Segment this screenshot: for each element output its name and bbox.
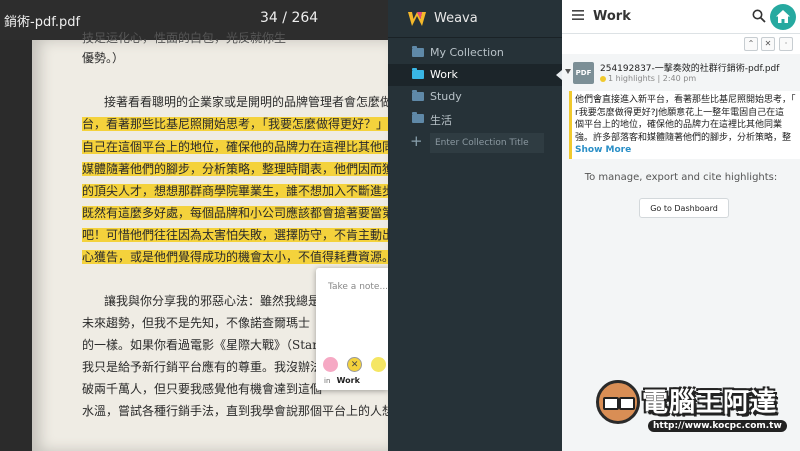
document-meta-text: 1 highlights | 2:40 pm <box>608 74 697 83</box>
folder-icon <box>412 90 424 101</box>
pdf-file-title: 銷術-pdf.pdf <box>4 15 81 30</box>
home-icon <box>776 10 790 23</box>
highlight-text-line: r我要怎麼做得更好?J他願意花上一整年電固自己在這 <box>575 107 785 118</box>
watermark-url: http://www.kocpc.com.tw <box>648 420 787 432</box>
home-button[interactable] <box>770 4 796 30</box>
note-in-label: in <box>324 377 331 385</box>
total-pages: 264 <box>291 10 319 26</box>
pdf-highlighted-line[interactable]: 自己在這個平台上的地位，確保他的品牌力在這裡比其他同 <box>82 140 388 154</box>
panel-toolbar: ⌃ ✕ · <box>562 34 800 54</box>
caret-down-icon[interactable] <box>565 69 571 74</box>
pdf-line: 水溫，嘗試各種行銷手法，直到我學會說那個平台上的人想聽 <box>82 404 388 418</box>
pdf-line: 破兩千萬人，但只要我感覺他有機會達到這個 <box>82 382 323 396</box>
pdf-highlighted-line[interactable]: 既然有這麼多好處，每個品牌和小公司應該都會搶著要當第一 <box>82 206 388 220</box>
collection-my-collection[interactable]: My Collection <box>388 42 562 64</box>
collapse-up-button[interactable]: ⌃ <box>744 37 758 51</box>
pdf-line: 接著看看聰明的企業家或是開明的品牌管理者會怎麼做： <box>104 95 388 109</box>
collection-title-input[interactable] <box>430 133 544 153</box>
color-swatch-yellow-selected[interactable]: ✕ <box>347 357 363 372</box>
manage-hint: To manage, export and cite highlights: <box>584 172 778 183</box>
hamburger-menu-icon[interactable] <box>572 9 584 21</box>
collection-label: Study <box>430 90 462 103</box>
current-page[interactable]: 34 <box>260 10 278 26</box>
mascot-logo-icon <box>596 380 640 424</box>
weava-header: Weava <box>388 0 562 38</box>
note-collection-line: in Work <box>324 376 360 385</box>
note-collection-selector[interactable]: Work <box>337 376 360 385</box>
folder-icon <box>412 68 424 79</box>
document-name[interactable]: 254192837-一擊奏效的社群行銷術-pdf.pdf <box>600 61 779 74</box>
note-input-placeholder[interactable]: Take a note... <box>328 282 388 292</box>
pdf-highlighted-line[interactable]: 吧！可惜他們往往因為太害怕失敗，選擇防守，不肯主動出擊 <box>82 228 388 242</box>
more-icon[interactable]: · <box>779 37 793 51</box>
document-row[interactable]: PDF 254192837-一擊奏效的社群行銷術-pdf.pdf 1 highl… <box>562 58 800 88</box>
panel-title: Work <box>593 9 631 24</box>
pdf-file-icon: PDF <box>573 62 594 84</box>
highlight-color-picker: ✕ <box>323 354 388 372</box>
pdf-line: 技足运化心，性面的白包，光反就你生 <box>82 31 287 45</box>
collection-label: 生活 <box>430 114 452 127</box>
pdf-line: 我只是給予新行銷平台應有的尊重。我沒辦法 <box>82 360 323 374</box>
watermark-title: 電腦王阿達 <box>642 388 778 418</box>
search-icon[interactable] <box>752 9 766 23</box>
highlight-text-line: 個平台上的地位，確保他的品牌力在這裡比其他同業 <box>575 120 783 130</box>
highlight-text-line: 他們會直接進入新平台，看著那些比基尼照開始思考，「 <box>575 95 796 105</box>
page-indicator[interactable]: 34 / 264 <box>260 10 318 26</box>
app-name: Weava <box>434 11 478 26</box>
plus-icon[interactable]: + <box>410 132 423 150</box>
collection-label: My Collection <box>430 46 504 59</box>
pdf-highlighted-line[interactable]: 台，看著那些比基尼照開始思考，「我要怎麼做得更好？」他 <box>82 117 388 131</box>
close-all-button[interactable]: ✕ <box>761 37 775 51</box>
note-popup: Take a note... ✕ in Work <box>316 268 388 390</box>
highlight-card[interactable]: 他們會直接進入新平台，看著那些比基尼照開始思考，「 r我要怎麼做得更好?J他願意… <box>569 91 800 159</box>
go-to-dashboard-button[interactable]: Go to Dashboard <box>639 198 729 218</box>
add-collection-row: + <box>388 130 562 154</box>
collection-study[interactable]: Study <box>388 86 562 108</box>
weava-sidebar: Weava My Collection Work Study 生活 + <box>388 0 562 451</box>
highlight-text-line: 強。許多部落客和媒體隨著他們的腳步，分析策略，整 <box>575 132 792 143</box>
pdf-line: 讓我與你分享我的邪惡心法：雖然我總是在 <box>104 294 333 308</box>
page-separator: / <box>282 10 287 26</box>
weava-w-logo-icon <box>408 12 426 26</box>
document-meta: 1 highlights | 2:40 pm <box>600 74 696 83</box>
folder-icon <box>412 46 424 57</box>
close-icon: ✕ <box>350 359 359 370</box>
collection-life[interactable]: 生活 <box>388 108 562 130</box>
collection-work[interactable]: Work <box>388 64 562 86</box>
show-more-link[interactable]: Show More <box>575 145 631 155</box>
pdf-viewer: 銷術-pdf.pdf 34 / 264 技足运化心，性面的白包，光反就你生 優勢… <box>0 0 388 451</box>
pdf-highlighted-line[interactable]: 的頂尖人才，想想那群商學院畢業生，誰不想加入不斷進步的 <box>82 184 388 198</box>
pdf-line: 優勢。） <box>82 51 125 65</box>
pdf-highlighted-line[interactable]: 心獲告，或是他們覺得成功的機會太小，不值得耗費資源。 <box>82 250 388 264</box>
highlight-dot-icon <box>600 76 606 82</box>
pdf-line: 未來趨勢，但我不是先知，不像諾查爾瑪士（N <box>82 316 333 330</box>
color-swatch-pink[interactable] <box>323 357 338 372</box>
highlight-text: 他們會直接進入新平台，看著那些比基尼照開始思考，「 r我要怎麼做得更好?J他願意… <box>575 94 800 144</box>
collection-label: Work <box>430 68 458 81</box>
watermark: 電腦王阿達 http://www.kocpc.com.tw <box>596 376 796 448</box>
color-swatch-light-yellow[interactable] <box>371 357 387 372</box>
panel-header: Work <box>562 0 800 34</box>
pdf-highlighted-line[interactable]: 媒體隨著他們的腳步，分析策略，整理時間表，他們因而獲得 <box>82 162 388 176</box>
folder-icon <box>412 112 424 123</box>
